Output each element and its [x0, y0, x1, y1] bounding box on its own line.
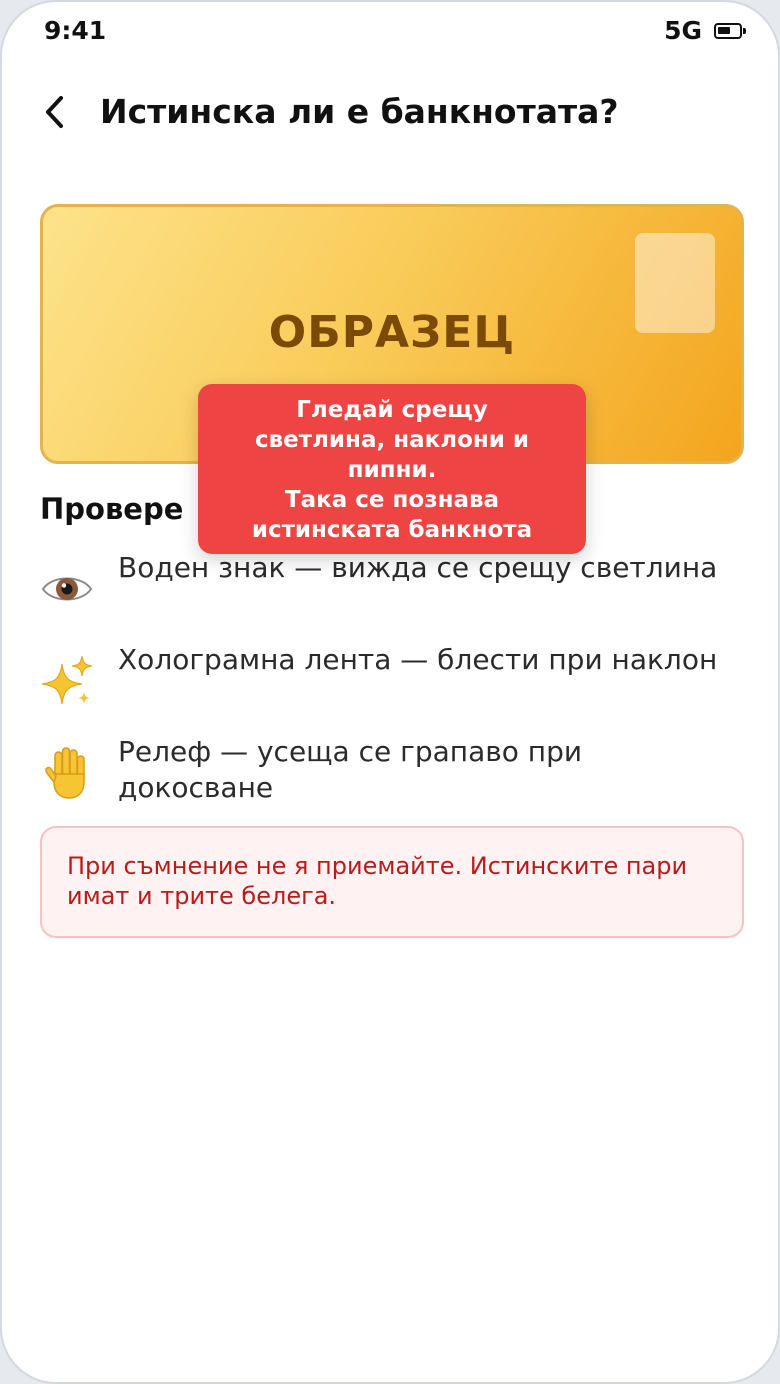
tooltip-line: истинската банкнота: [251, 517, 533, 543]
tooltip-line: светлина, наклони и: [254, 427, 530, 453]
banknote-label: ОБРАЗЕЦ: [268, 307, 516, 358]
phone-screen: 9:41 5G Истинска ли е банкнотата? ОБРАЗЕ…: [0, 0, 780, 1384]
check-item-relief: Релеф — усеща се грапаво при докосване: [40, 734, 744, 810]
chevron-left-icon: [46, 96, 63, 128]
sparkles-icon: [40, 654, 94, 708]
network-label: 5G: [664, 16, 702, 45]
back-button[interactable]: [32, 90, 76, 134]
hint-tooltip[interactable]: Гледай срещу светлина, наклони и пипни. …: [198, 384, 586, 554]
battery-icon: [714, 22, 746, 39]
check-text: Холограмна лента — блести при наклон: [118, 643, 718, 676]
check-text: Релеф — усеща се грапаво при докосване: [118, 735, 583, 804]
check-item-watermark: Воден знак — вижда се срещу светлина: [40, 550, 744, 626]
tooltip-line: пипни.: [347, 457, 437, 483]
status-time: 9:41: [44, 16, 107, 45]
tooltip-line: Така се познава: [284, 487, 500, 513]
eye-icon: [40, 562, 94, 616]
raised-hand-icon: [40, 746, 94, 800]
checks-title: Провере: [40, 492, 184, 526]
status-indicators: 5G: [664, 16, 746, 45]
warning-box: При съмнение не я приемайте. Истинските …: [40, 826, 744, 938]
check-text: Воден знак — вижда се срещу светлина: [118, 551, 718, 584]
page-title: Истинска ли е банкнотата?: [100, 92, 619, 131]
check-item-hologram: Холограмна лента — блести при наклон: [40, 642, 744, 718]
tooltip-line: Гледай срещу: [296, 397, 488, 423]
